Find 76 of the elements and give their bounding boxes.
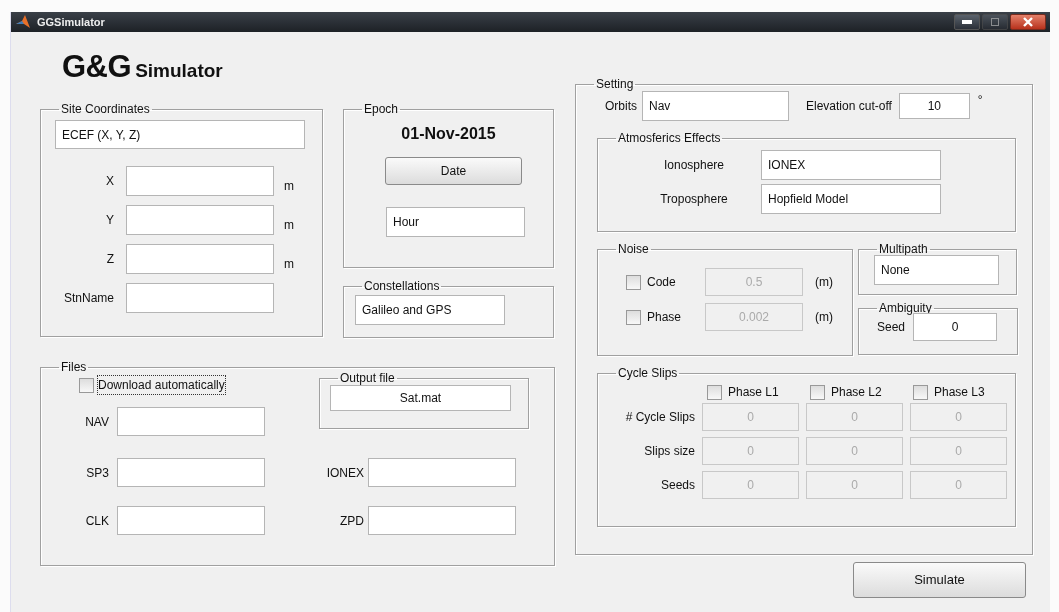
group-label: Constellations xyxy=(363,279,441,293)
text-field[interactable] xyxy=(126,205,274,235)
group-label: Ambiguity xyxy=(878,301,933,315)
unit-label: m xyxy=(284,256,294,273)
unit-label: m xyxy=(284,217,294,234)
text-field[interactable] xyxy=(117,506,265,535)
field-label: Slips size xyxy=(643,443,695,460)
field-label: Elevation cut-off xyxy=(806,98,892,115)
text-field[interactable] xyxy=(126,283,274,313)
text-field[interactable] xyxy=(126,244,274,274)
text-field[interactable]: None xyxy=(874,255,999,285)
checkbox[interactable] xyxy=(79,377,94,393)
field-label: Seed xyxy=(877,319,906,336)
text-field[interactable] xyxy=(368,506,516,535)
checkbox-label: Phase L2 xyxy=(831,384,882,401)
group-label: Atmosferics Effects xyxy=(617,131,722,145)
text-field[interactable]: Nav xyxy=(642,91,789,121)
checkbox[interactable] xyxy=(707,384,722,400)
logo-subtitle: Simulator xyxy=(135,59,223,83)
field-label: Phase xyxy=(647,309,683,326)
field-label: Y xyxy=(105,212,114,229)
field-label: X xyxy=(105,173,114,190)
text-field[interactable] xyxy=(126,166,274,196)
text-field[interactable] xyxy=(117,407,265,436)
checkbox[interactable] xyxy=(810,384,825,400)
text-field[interactable]: 0 xyxy=(913,313,998,341)
date-button[interactable]: Date xyxy=(385,157,522,185)
app-icon xyxy=(15,15,31,29)
unit-label: (m) xyxy=(815,274,833,291)
field-label: Orbits xyxy=(605,98,637,115)
group-label: Cycle Slips xyxy=(617,366,679,380)
field-label: IONEX xyxy=(325,464,364,482)
minimize-icon xyxy=(962,20,972,24)
group-label: Multipath xyxy=(878,242,929,256)
text-field[interactable]: IONEX xyxy=(761,150,941,180)
text-field[interactable]: Galileo and GPS xyxy=(355,295,505,325)
checkbox-label: Phase L1 xyxy=(728,384,779,401)
field-label: Troposphere xyxy=(659,191,729,208)
field-label: StnName xyxy=(62,290,114,307)
field-label: Code xyxy=(647,274,677,291)
unit-label: ° xyxy=(977,92,983,109)
text-field[interactable]: Hour xyxy=(386,207,525,237)
checkbox-label: Phase L3 xyxy=(934,384,985,401)
field-label: Z xyxy=(105,251,114,268)
unit-label: (m) xyxy=(815,309,833,326)
field-label: Seeds xyxy=(659,477,695,494)
maximize-button[interactable] xyxy=(982,14,1008,30)
text-field[interactable] xyxy=(117,458,265,487)
text-field[interactable]: Hopfield Model xyxy=(761,184,941,214)
date-text: 01-Nov-2015 xyxy=(400,124,497,144)
window-title: GGSimulator xyxy=(37,14,105,30)
group-label: Setting xyxy=(595,77,635,91)
group-label: Output file xyxy=(339,371,396,385)
group-label: Site Coordinates xyxy=(60,102,151,116)
field-label: SP3 xyxy=(85,464,109,482)
field-label: CLK xyxy=(84,512,109,530)
group-label: Noise xyxy=(617,242,650,256)
text-field[interactable] xyxy=(368,458,516,487)
field-label: # Cycle Slips xyxy=(624,409,695,426)
group-label: Files xyxy=(60,360,88,374)
close-icon xyxy=(1023,17,1033,27)
checkbox[interactable] xyxy=(913,384,928,400)
field-label: Ionosphere xyxy=(662,157,725,174)
minimize-button[interactable] xyxy=(954,14,980,30)
field-label: NAV xyxy=(84,413,109,431)
group-label: Epoch xyxy=(363,102,400,116)
text-field[interactable]: Sat.mat xyxy=(330,385,511,411)
text-field[interactable]: ECEF (X, Y, Z) xyxy=(55,120,305,149)
close-button[interactable] xyxy=(1010,14,1046,30)
logo-text: G&G xyxy=(62,48,132,86)
maximize-icon xyxy=(991,18,999,26)
unit-label: m xyxy=(284,178,294,195)
simulate-button[interactable]: Simulate xyxy=(853,562,1026,598)
field-label: ZPD xyxy=(339,512,364,530)
text-field[interactable]: 10 xyxy=(898,93,970,119)
checkbox-label: Download automatically xyxy=(98,376,225,394)
